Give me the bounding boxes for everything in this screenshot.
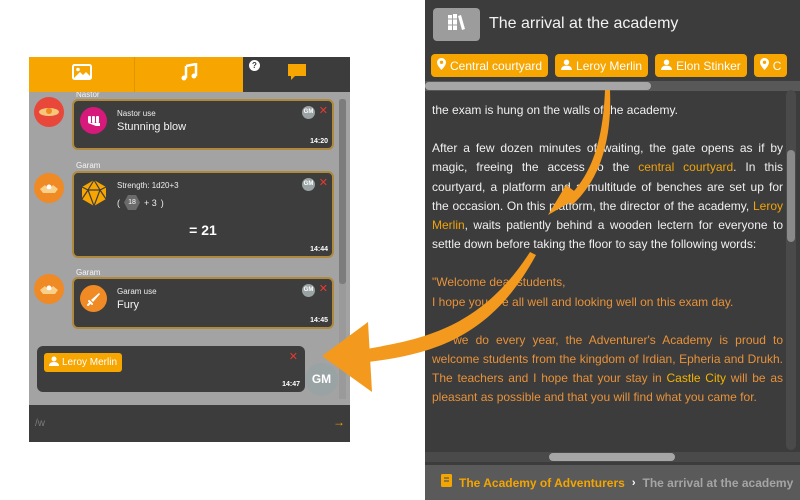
location-link[interactable]: Castle City: [667, 371, 726, 385]
text-run: , waits patiently behind a wooden lecter…: [432, 218, 783, 252]
message-time: 14:20: [310, 138, 328, 145]
user-icon: [661, 59, 673, 73]
story-scrollbar-thumb[interactable]: [787, 150, 795, 242]
chat-input-bar: →: [29, 405, 350, 442]
story-paragraph: After a few dozen minutes of waiting, th…: [432, 139, 783, 254]
tag-label: Leroy Merlin: [576, 58, 643, 73]
sender-name: Garam: [76, 161, 101, 170]
delete-message-button[interactable]: ✕: [319, 176, 328, 190]
sword-icon: [80, 285, 107, 312]
story-panel: The arrival at the academy Central court…: [425, 0, 800, 500]
tag-character[interactable]: Elon Stinker: [655, 54, 747, 77]
text-run: I hope you are all well and looking well…: [432, 294, 734, 309]
tab-images[interactable]: [29, 57, 135, 92]
chat-input[interactable]: [35, 414, 325, 432]
chat-message: Garam use Fury GM ✕ 14:45: [72, 277, 334, 329]
character-mention-chip[interactable]: Leroy Merlin: [44, 353, 123, 372]
gm-badge: GM: [302, 178, 315, 191]
breadcrumb-scrollbar[interactable]: [425, 452, 800, 462]
tag-location[interactable]: Central courtyard: [431, 54, 549, 77]
image-icon: [71, 64, 92, 85]
map-pin-icon: [437, 58, 446, 73]
map-pin-icon: [759, 58, 769, 73]
story-text: the exam is hung on the walls of the aca…: [432, 101, 783, 427]
roll-formula: Strength: 1d20+3: [117, 181, 179, 190]
avatar-nastor: [34, 97, 64, 127]
avatar-garam: [34, 274, 64, 304]
user-icon: [49, 356, 59, 369]
story-title: The arrival at the academy: [489, 15, 679, 32]
books-icon: [447, 13, 467, 36]
paren-close: ): [160, 197, 164, 208]
breadcrumb-current: The arrival at the academy: [642, 475, 794, 490]
message-time: 14:44: [310, 246, 328, 253]
message-action: Garam use: [117, 287, 157, 296]
chat-bubble-icon: [287, 63, 307, 86]
book-icon: [441, 473, 452, 492]
breadcrumb-parent-link[interactable]: The Academy of Adventurers: [459, 476, 625, 490]
location-link[interactable]: central courtyard: [638, 160, 733, 174]
gm-badge: GM: [302, 106, 315, 119]
chat-message-dice-roll: Strength: 1d20+3 ( 18 + 3 ) = 21 GM ✕ 14…: [72, 171, 334, 258]
tag-label: C: [772, 58, 782, 73]
message-skill: Fury: [117, 299, 139, 311]
story-scrollbar[interactable]: [786, 90, 796, 450]
chat-scrollbar[interactable]: [339, 99, 346, 399]
music-icon: [180, 62, 198, 86]
story-paragraph: the exam is hung on the walls of the aca…: [432, 103, 678, 117]
tab-chat[interactable]: ?: [243, 57, 350, 92]
story-tag-list: Central courtyard Leroy Merlin Elon Stin…: [431, 54, 788, 77]
user-icon: [561, 59, 573, 73]
die-result: 18: [124, 195, 140, 210]
roll-modifier: + 3: [144, 197, 157, 208]
message-action: Nastor use: [117, 109, 156, 118]
help-icon[interactable]: ?: [249, 60, 260, 71]
text-run: "Welcome dear students,: [432, 275, 566, 290]
roll-breakdown: ( 18 + 3 ): [117, 195, 164, 210]
breadcrumb-separator: ›: [631, 476, 636, 489]
delete-message-button[interactable]: ✕: [289, 350, 298, 364]
gm-avatar: GM: [305, 363, 338, 396]
story-header: The arrival at the academy: [425, 0, 800, 50]
tab-music[interactable]: [135, 57, 243, 92]
gm-badge: GM: [302, 284, 315, 297]
message-time: 14:47: [282, 381, 300, 388]
chat-tab-bar: ?: [29, 57, 350, 92]
fist-icon: [80, 107, 107, 134]
mention-label: Leroy Merlin: [62, 357, 118, 368]
library-button[interactable]: [433, 8, 480, 41]
quote-paragraph: As we do every year, the Adventurer's Ac…: [432, 331, 783, 408]
tag-label: Elon Stinker: [676, 58, 741, 73]
sender-name: Garam: [76, 268, 101, 277]
message-time: 14:45: [310, 317, 328, 324]
quote-paragraph: "Welcome dear students, I hope you are al…: [432, 273, 783, 311]
breadcrumb-scrollbar-thumb[interactable]: [549, 453, 675, 461]
paren-open: (: [117, 197, 120, 208]
tag-label: Central courtyard: [450, 58, 543, 73]
chat-message: Nastor use Stunning blow GM ✕ 14:20: [72, 99, 334, 150]
chat-message-mention: Leroy Merlin ✕ 14:47: [37, 346, 305, 392]
delete-message-button[interactable]: ✕: [319, 282, 328, 296]
chat-scrollbar-thumb[interactable]: [339, 99, 346, 284]
send-arrow-icon[interactable]: →: [333, 415, 345, 429]
avatar-garam: [34, 173, 64, 203]
message-skill: Stunning blow: [117, 121, 187, 133]
d20-icon: [80, 178, 107, 207]
breadcrumb: The Academy of Adventurers › The arrival…: [425, 465, 800, 500]
roll-total: = 21: [189, 222, 217, 238]
chat-panel: ? Nastor Nastor use Stunning blow GM ✕ 1…: [29, 57, 350, 442]
tags-scrollbar-thumb[interactable]: [425, 82, 651, 90]
tags-scrollbar[interactable]: [425, 81, 800, 91]
tag-character[interactable]: Leroy Merlin: [555, 54, 649, 77]
sender-name: Nastor: [76, 92, 100, 99]
delete-message-button[interactable]: ✕: [319, 104, 328, 118]
tag-location[interactable]: C: [753, 54, 788, 77]
